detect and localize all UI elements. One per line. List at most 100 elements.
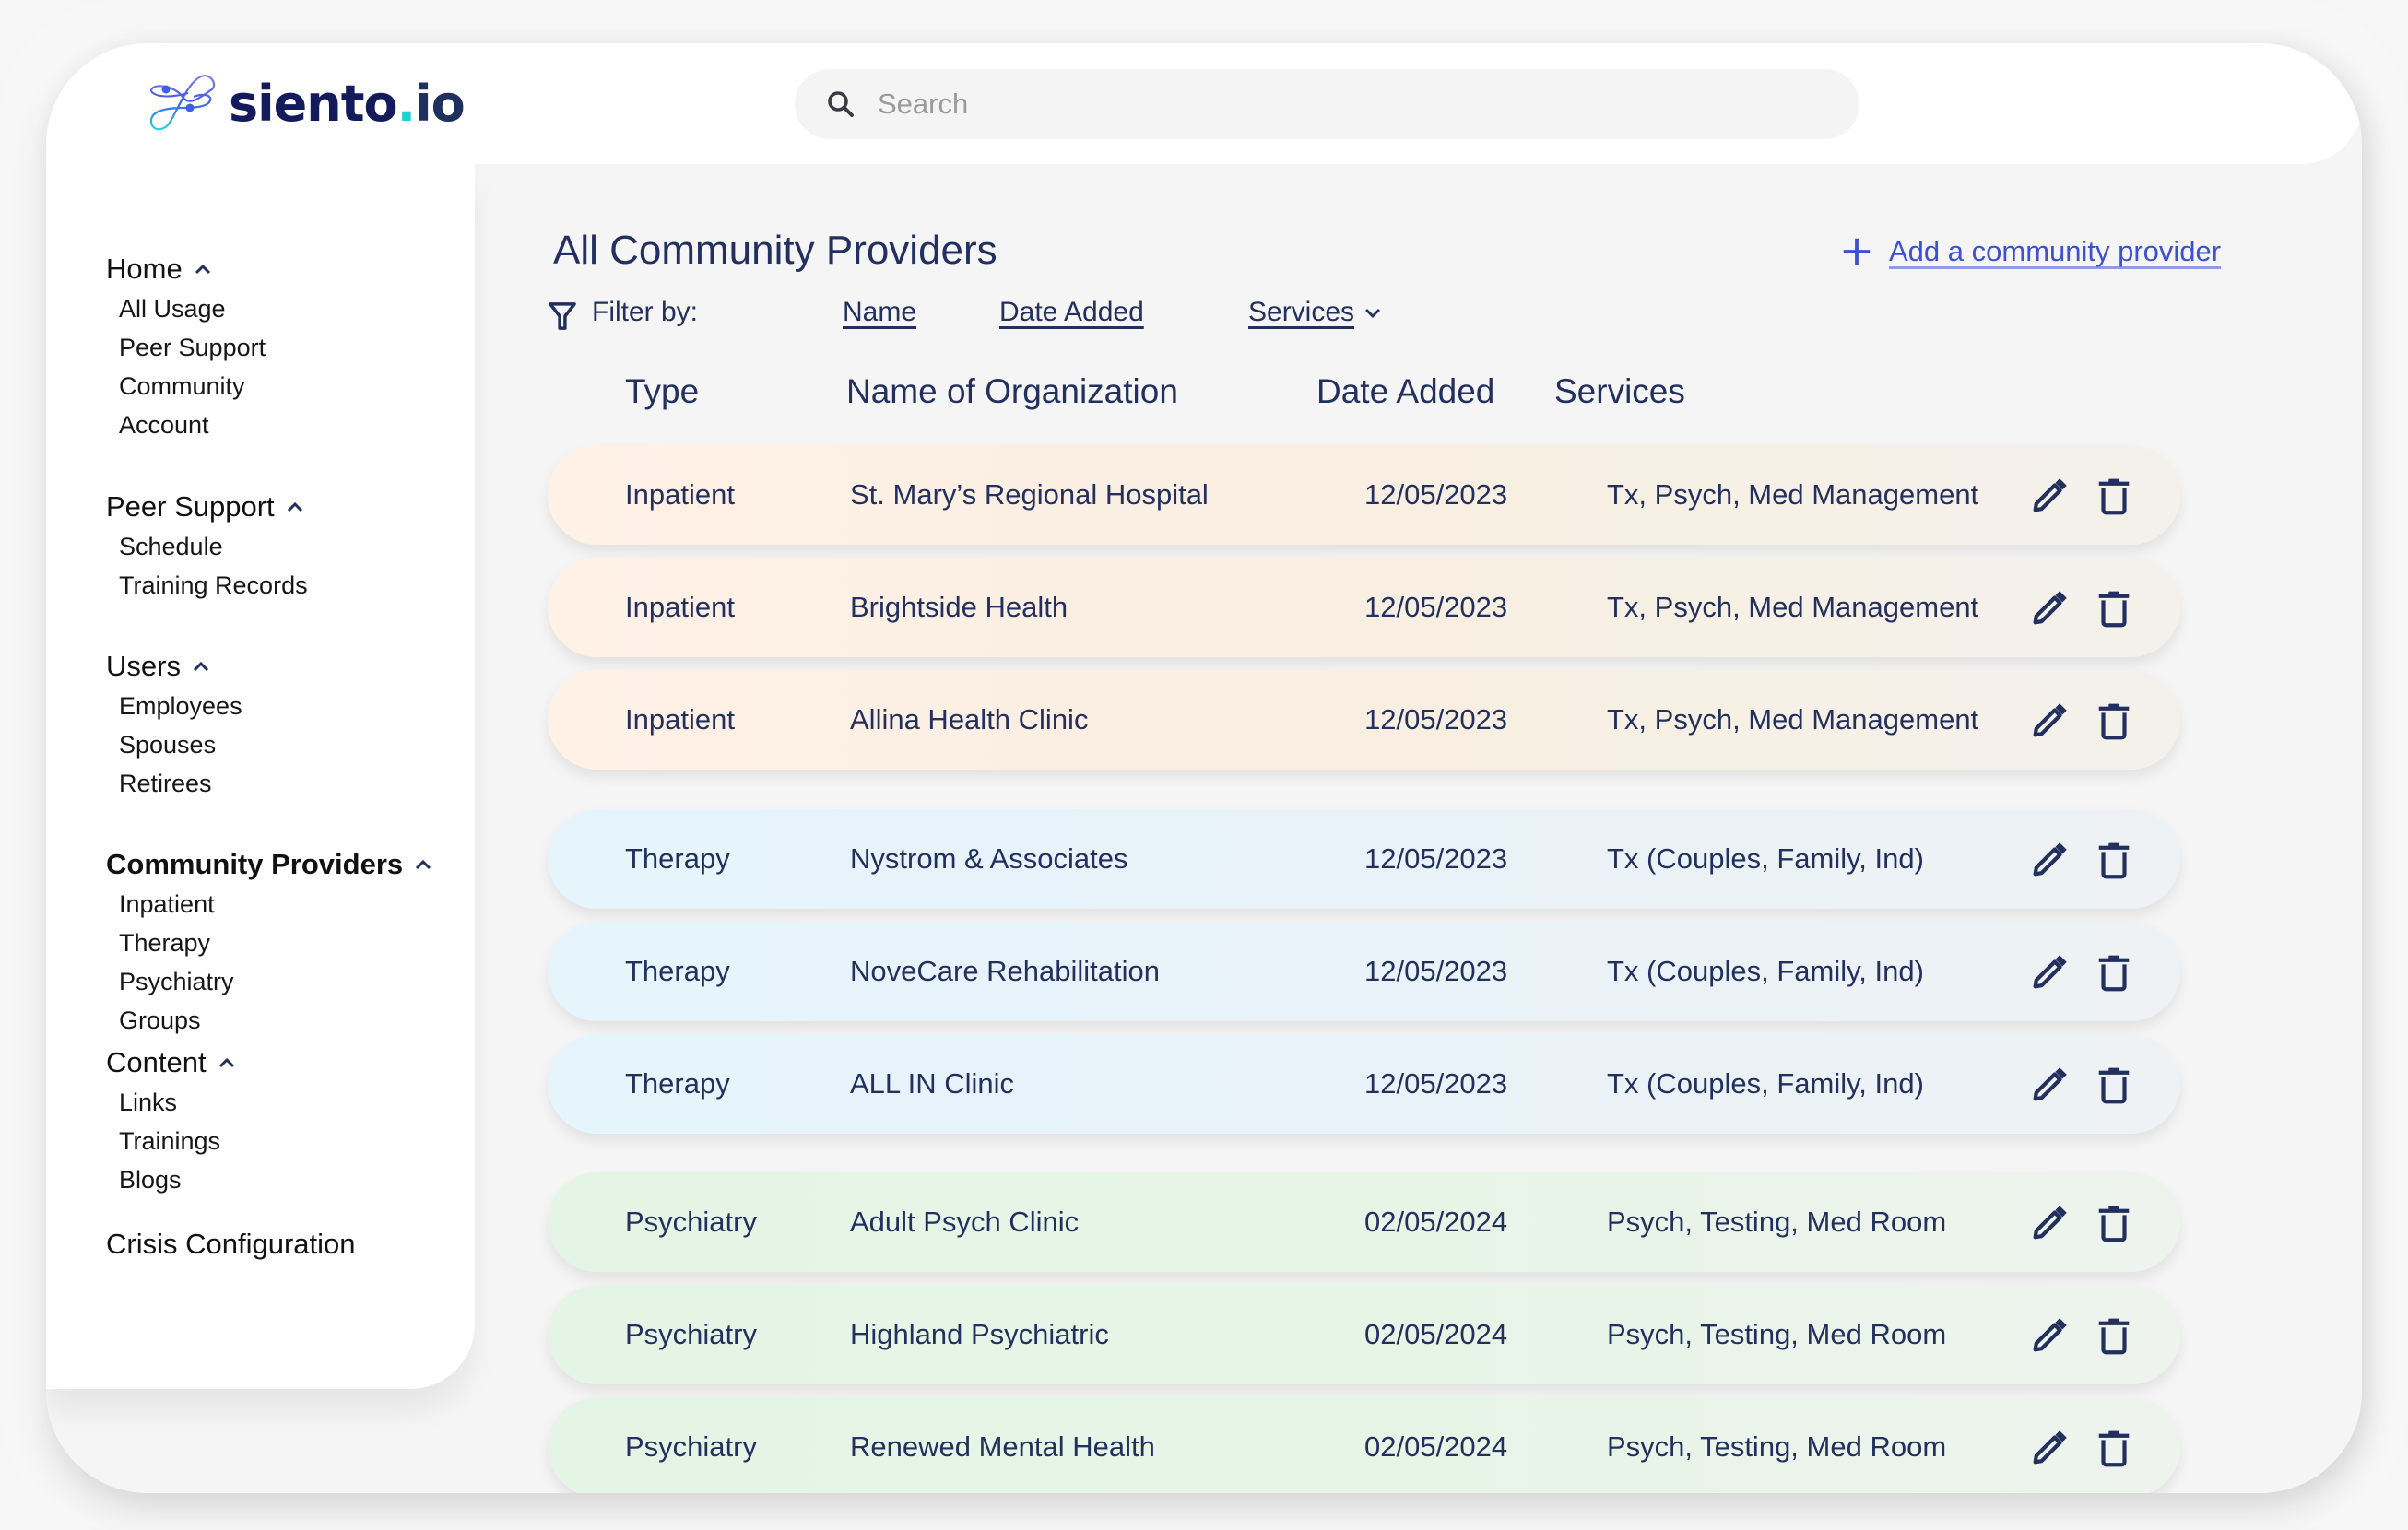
sidebar-group-peer-support: Peer Support Schedule Training Records: [106, 487, 308, 605]
search-bar[interactable]: [795, 69, 1859, 139]
sidebar-item-employees[interactable]: Employees: [119, 687, 242, 725]
column-header-name[interactable]: Name of Organization: [846, 372, 1178, 411]
cell-services: Tx, Psych, Med Management: [1607, 703, 1979, 736]
cell-services: Psych, Testing, Med Room: [1607, 1430, 1947, 1463]
sidebar-item-account[interactable]: Account: [119, 406, 266, 444]
page-title: All Community Providers: [553, 228, 997, 273]
cell-date-added: 12/05/2023: [1364, 955, 1508, 987]
cell-type: Psychiatry: [625, 1206, 757, 1238]
sidebar-item-therapy[interactable]: Therapy: [119, 924, 432, 962]
cell-services: Psych, Testing, Med Room: [1607, 1318, 1947, 1350]
trash-icon[interactable]: [2093, 1314, 2135, 1357]
cell-organization-name: St. Mary’s Regional Hospital: [850, 478, 1209, 511]
edit-icon[interactable]: [2028, 1427, 2071, 1469]
sidebar-item-inpatient[interactable]: Inpatient: [119, 885, 432, 924]
table-row[interactable]: Psychiatry Renewed Mental Health 02/05/202…: [548, 1397, 2180, 1493]
sidebar-item-peer-support[interactable]: Peer Support: [119, 328, 266, 367]
sidebar-item-groups[interactable]: Groups: [119, 1001, 432, 1040]
cell-type: Therapy: [625, 1067, 730, 1100]
table-row[interactable]: Therapy ALL IN Clinic 12/05/2023 Tx (Couple…: [548, 1034, 2180, 1134]
brand-dot: .: [396, 74, 416, 133]
edit-icon[interactable]: [2028, 839, 2071, 881]
sidebar-group-label: Home: [106, 253, 183, 285]
sidebar-item-community[interactable]: Community: [119, 367, 266, 406]
edit-icon[interactable]: [2028, 587, 2071, 630]
sidebar-item-links[interactable]: Links: [119, 1083, 236, 1122]
add-community-provider-label: Add a community provider: [1889, 235, 2222, 267]
cell-type: Psychiatry: [625, 1430, 757, 1463]
sidebar-group-header[interactable]: Community Providers: [106, 844, 432, 885]
cell-date-added: 12/05/2023: [1364, 842, 1508, 875]
filter-services-label: Services: [1248, 297, 1355, 327]
sidebar-item-blogs[interactable]: Blogs: [119, 1160, 236, 1199]
cell-organization-name: Highland Psychiatric: [850, 1318, 1109, 1350]
edit-icon[interactable]: [2028, 1202, 2071, 1244]
cell-date-added: 12/05/2023: [1364, 591, 1508, 623]
cell-services: Tx (Couples, Family, Ind): [1607, 842, 1924, 875]
filter-label: Filter by:: [592, 297, 699, 327]
sidebar-item-schedule[interactable]: Schedule: [119, 527, 308, 566]
table-row[interactable]: Therapy Nystrom & Associates 12/05/2023 Tx …: [548, 809, 2180, 909]
logo[interactable]: siento.io: [148, 71, 466, 135]
cell-services: Tx (Couples, Family, Ind): [1607, 1067, 1924, 1100]
sidebar-group-header[interactable]: Home: [106, 249, 266, 289]
sidebar-item-all-usage[interactable]: All Usage: [119, 289, 266, 328]
sidebar-group-label: Content: [106, 1046, 207, 1078]
edit-icon[interactable]: [2028, 475, 2071, 517]
sidebar-group-community-providers: Community Providers Inpatient Therapy Psych…: [106, 844, 432, 1040]
chevron-up-icon: [287, 501, 302, 512]
cell-date-added: 12/05/2023: [1364, 478, 1508, 511]
filter-by-services[interactable]: Services: [1248, 297, 1382, 328]
chevron-up-icon: [193, 661, 209, 672]
trash-icon[interactable]: [2093, 1427, 2135, 1469]
sidebar-item-retirees[interactable]: Retirees: [119, 764, 242, 803]
sidebar-item-trainings[interactable]: Trainings: [119, 1122, 236, 1160]
trash-icon[interactable]: [2093, 475, 2135, 517]
column-header-type[interactable]: Type: [625, 372, 699, 411]
trash-icon[interactable]: [2093, 700, 2135, 742]
table-row[interactable]: Inpatient Allina Health Clinic 12/05/2023 T…: [548, 670, 2180, 770]
cell-organization-name: Renewed Mental Health: [850, 1430, 1155, 1463]
sidebar-item-training-records[interactable]: Training Records: [119, 566, 308, 605]
add-community-provider-button[interactable]: Add a community provider: [1839, 234, 2221, 269]
filter-by-date-added[interactable]: Date Added: [999, 297, 1144, 328]
sidebar-group-label: Peer Support: [106, 490, 275, 523]
table-row[interactable]: Inpatient St. Mary’s Regional Hospital 12/…: [548, 445, 2180, 545]
cell-organization-name: Allina Health Clinic: [850, 703, 1089, 736]
sidebar-group-crisis-configuration: Crisis Configuration: [106, 1224, 356, 1265]
sidebar-item-psychiatry[interactable]: Psychiatry: [119, 962, 432, 1001]
cell-services: Tx (Couples, Family, Ind): [1607, 955, 1924, 987]
cell-organization-name: Brightside Health: [850, 591, 1068, 623]
trash-icon[interactable]: [2093, 951, 2135, 994]
sidebar-group-header[interactable]: Peer Support: [106, 487, 308, 527]
table-row[interactable]: Psychiatry Highland Psychiatric 02/05/2024…: [548, 1285, 2180, 1384]
trash-icon[interactable]: [2093, 1064, 2135, 1106]
table-row[interactable]: Therapy NoveCare Rehabilitation 12/05/2023…: [548, 922, 2180, 1021]
cell-organization-name: Nystrom & Associates: [850, 842, 1128, 875]
edit-icon[interactable]: [2028, 951, 2071, 994]
filter-by-name[interactable]: Name: [843, 297, 916, 328]
edit-icon[interactable]: [2028, 700, 2071, 742]
top-bar: siento.io: [46, 43, 2362, 164]
edit-icon[interactable]: [2028, 1064, 2071, 1106]
filter-icon: [549, 302, 576, 330]
trash-icon[interactable]: [2093, 839, 2135, 881]
table-row[interactable]: Psychiatry Adult Psych Clinic 02/05/2024 Ps…: [548, 1172, 2180, 1272]
cell-organization-name: NoveCare Rehabilitation: [850, 955, 1161, 987]
search-input[interactable]: [876, 87, 1801, 122]
brand-tld: io: [415, 74, 466, 133]
table-row[interactable]: Inpatient Brightside Health 12/05/2023 Tx, …: [548, 558, 2180, 657]
column-header-services[interactable]: Services: [1554, 372, 1685, 411]
sidebar-group-header[interactable]: Users: [106, 646, 242, 687]
chevron-up-icon: [218, 1057, 234, 1068]
cell-type: Therapy: [625, 955, 730, 987]
sidebar-group-header[interactable]: Content: [106, 1042, 236, 1083]
sidebar-item-spouses[interactable]: Spouses: [119, 725, 242, 764]
column-header-date-added[interactable]: Date Added: [1316, 372, 1494, 411]
cell-type: Inpatient: [625, 703, 735, 736]
edit-icon[interactable]: [2028, 1314, 2071, 1357]
trash-icon[interactable]: [2093, 1202, 2135, 1244]
sidebar-item-crisis-configuration[interactable]: Crisis Configuration: [106, 1224, 356, 1265]
filter-bar: Filter by: Name Date Added Services: [544, 290, 1466, 336]
trash-icon[interactable]: [2093, 587, 2135, 630]
